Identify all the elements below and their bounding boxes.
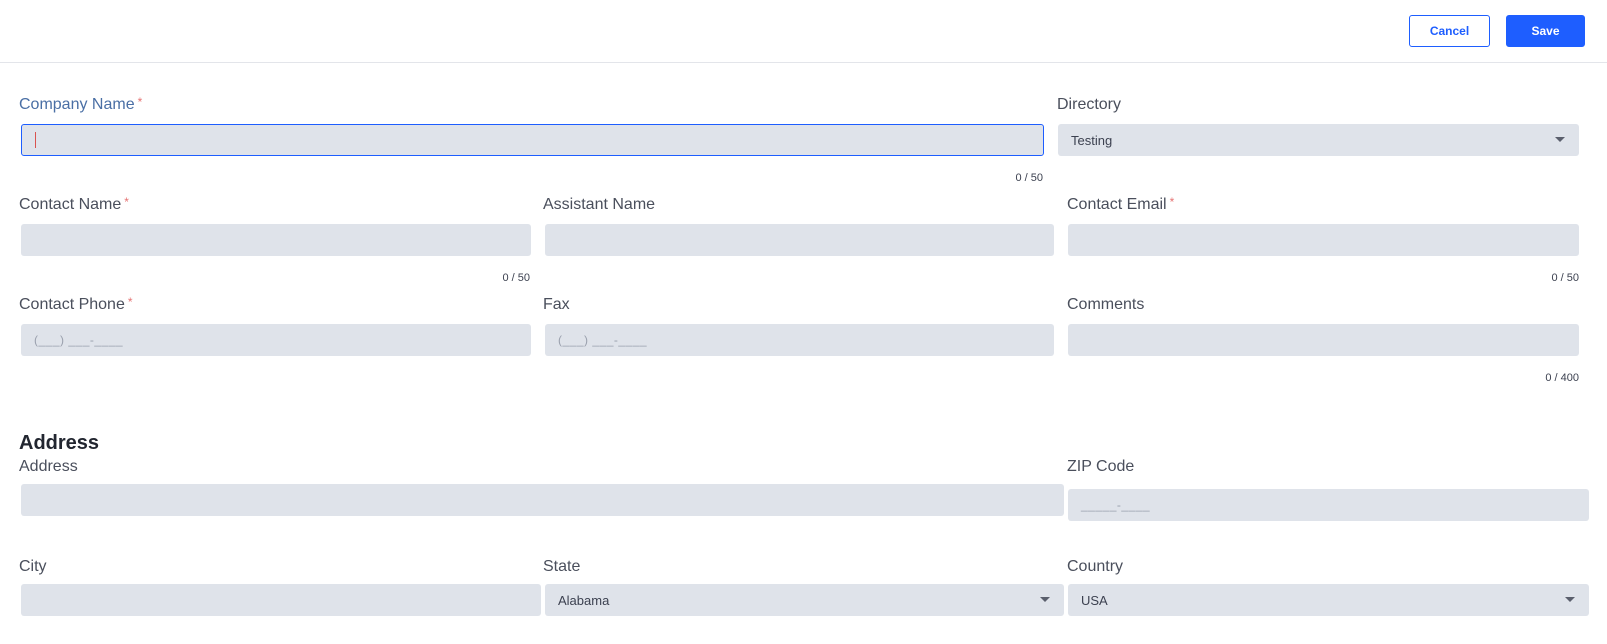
- top-toolbar: Cancel Save: [0, 0, 1607, 63]
- comments-input[interactable]: [1068, 324, 1579, 356]
- comments-label: Comments: [1067, 296, 1145, 313]
- fax-label: Fax: [543, 296, 570, 313]
- chevron-down-icon: [1565, 597, 1575, 602]
- required-marker: *: [137, 95, 143, 109]
- contact-phone-label: Contact Phone *: [19, 295, 133, 313]
- company-name-label: Company Name *: [19, 95, 143, 113]
- assistant-name-label: Assistant Name: [543, 196, 656, 213]
- zip-code-input[interactable]: _____-____: [1068, 489, 1589, 521]
- chevron-down-icon: [1555, 137, 1565, 142]
- contact-name-input[interactable]: [21, 224, 531, 256]
- contact-email-counter: 0 / 50: [1551, 272, 1579, 284]
- contact-phone-input[interactable]: (___) ___-____: [21, 324, 531, 356]
- required-marker: *: [127, 295, 133, 309]
- contact-name-label: Contact Name *: [19, 195, 129, 213]
- address-input[interactable]: [21, 484, 1064, 516]
- city-input[interactable]: [21, 584, 541, 616]
- save-button[interactable]: Save: [1506, 15, 1585, 47]
- comments-counter: 0 / 400: [1545, 372, 1579, 384]
- zip-code-label: ZIP Code: [1067, 458, 1135, 475]
- state-label: State: [543, 558, 581, 575]
- fax-input[interactable]: (___) ___-____: [545, 324, 1054, 356]
- directory-label: Directory: [1057, 96, 1122, 113]
- chevron-down-icon: [1040, 597, 1050, 602]
- text-caret: [35, 132, 36, 148]
- address-section-title: Address: [19, 432, 100, 454]
- city-label: City: [19, 558, 47, 575]
- company-name-input[interactable]: [21, 124, 1044, 156]
- required-marker: *: [1169, 195, 1175, 209]
- country-label: Country: [1067, 558, 1124, 575]
- address-label: Address: [19, 458, 78, 475]
- state-select[interactable]: Alabama: [545, 584, 1064, 616]
- required-marker: *: [124, 195, 129, 209]
- directory-select[interactable]: Testing: [1058, 124, 1579, 156]
- country-select[interactable]: USA: [1068, 584, 1589, 616]
- contact-email-input[interactable]: [1068, 224, 1579, 256]
- company-name-counter: 0 / 50: [1015, 172, 1043, 184]
- cancel-button[interactable]: Cancel: [1409, 15, 1490, 47]
- contact-name-counter: 0 / 50: [502, 272, 530, 284]
- contact-email-label: Contact Email *: [1067, 195, 1175, 213]
- assistant-name-input[interactable]: [545, 224, 1054, 256]
